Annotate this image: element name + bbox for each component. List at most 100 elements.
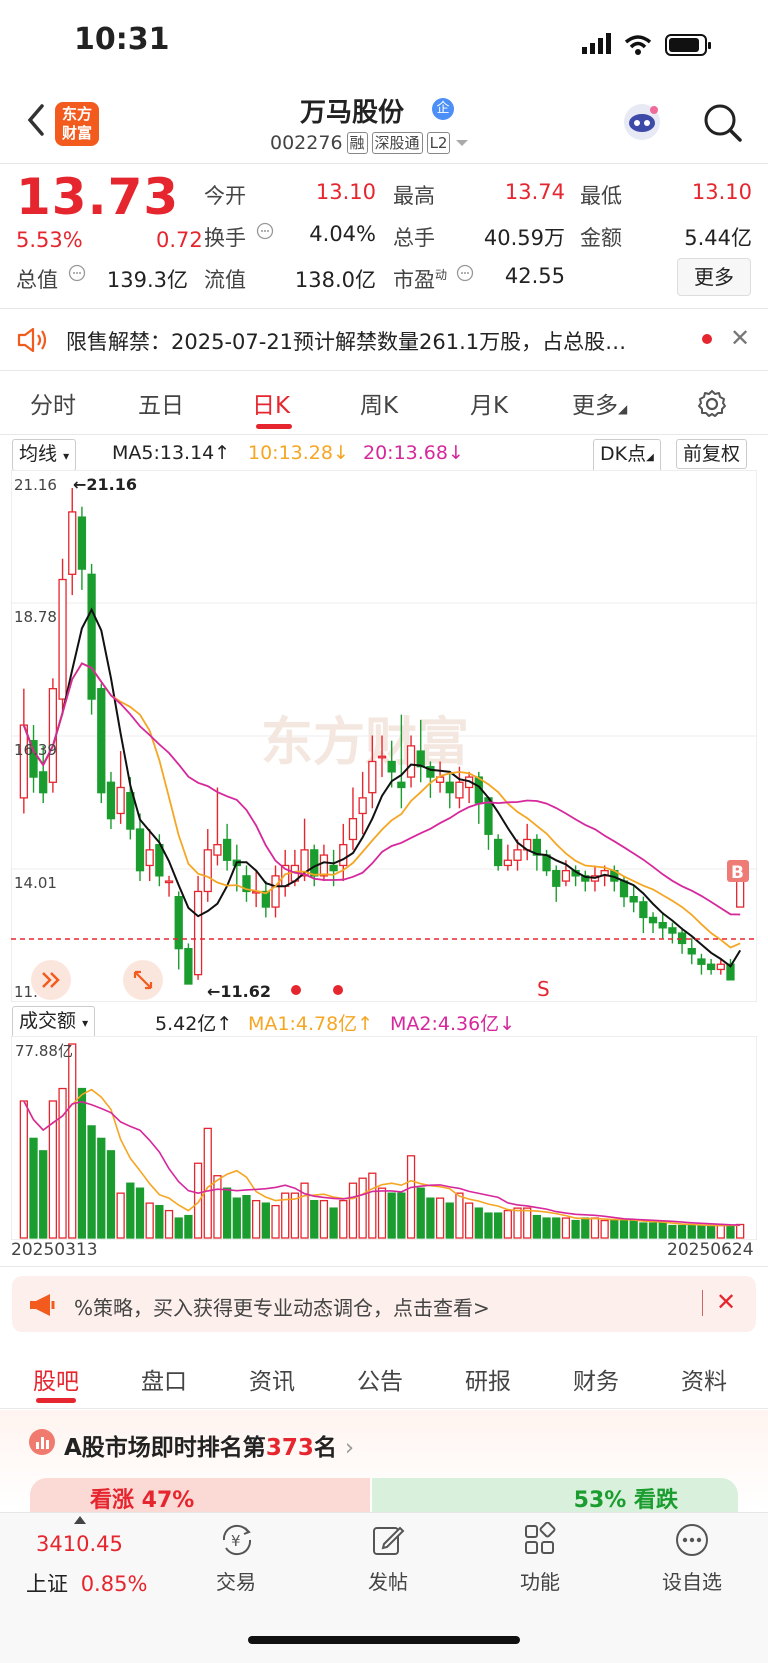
tab-daily-k[interactable]: 日K bbox=[252, 386, 290, 420]
kline-chart[interactable]: 东方财富 21.16 18.78 16.39 14.01 11.62 ←21.1… bbox=[11, 470, 757, 1002]
post-icon[interactable] bbox=[370, 1522, 406, 1558]
ma5-value: MA5:13.14↑ bbox=[112, 442, 231, 464]
candle-down bbox=[494, 838, 503, 867]
signal-icon bbox=[582, 33, 611, 54]
market-rank[interactable]: A股市场即时排名第373名 › bbox=[64, 1428, 354, 1462]
volume-bar bbox=[310, 1199, 319, 1239]
notice-unread-dot bbox=[702, 334, 712, 344]
candle-down bbox=[629, 896, 638, 903]
tab-five-day[interactable]: 五日 bbox=[138, 386, 184, 420]
tab-intraday[interactable]: 分时 bbox=[30, 386, 76, 420]
megaphone-icon bbox=[30, 1294, 55, 1316]
candle-up bbox=[145, 849, 154, 867]
index-quote[interactable]: 上证 0.85% bbox=[26, 1568, 147, 1598]
volume-bar bbox=[252, 1199, 261, 1239]
date-end-label: 20250624 bbox=[667, 1240, 754, 1260]
dk-point-button[interactable]: DK点◢ bbox=[593, 439, 661, 473]
search-icon[interactable] bbox=[700, 100, 744, 144]
volume-bar bbox=[232, 1197, 241, 1239]
expand-left-icon bbox=[31, 960, 71, 1000]
volume-bar bbox=[271, 1204, 280, 1239]
candle-down bbox=[222, 838, 232, 861]
tab-weekly-k[interactable]: 周K bbox=[360, 386, 398, 420]
volume-bar bbox=[687, 1224, 696, 1239]
volume-bar bbox=[203, 1127, 212, 1239]
tab-order-book[interactable]: 盘口 bbox=[141, 1362, 187, 1396]
volume-bar bbox=[474, 1207, 483, 1239]
tag-connect: 深股通 bbox=[371, 132, 423, 154]
settings-gear-icon[interactable] bbox=[696, 388, 728, 420]
volume-bar bbox=[406, 1155, 416, 1239]
volume-ma2: MA2:4.36亿↓ bbox=[390, 1013, 516, 1035]
nav-trade[interactable]: 交易 bbox=[186, 1566, 286, 1595]
candle-down bbox=[174, 896, 183, 950]
tab-monthly-k[interactable]: 月K bbox=[470, 386, 508, 420]
sell-marker: S bbox=[537, 977, 550, 1001]
chevron-down-icon[interactable] bbox=[454, 138, 470, 148]
candle-up bbox=[406, 745, 416, 778]
volume-bar bbox=[677, 1224, 687, 1239]
max-marker: ←21.16 bbox=[73, 475, 137, 494]
functions-icon[interactable] bbox=[522, 1522, 558, 1558]
candle-up bbox=[213, 844, 222, 856]
tab-announcements[interactable]: 公告 bbox=[357, 1362, 403, 1396]
nav-functions[interactable]: 功能 bbox=[490, 1566, 590, 1595]
volume-label: 总手 bbox=[393, 226, 435, 250]
notice-text[interactable]: 限售解禁：2025-07-21预计解禁数量261.1万股，占总股… bbox=[66, 326, 626, 356]
pe-label: 市盈动 bbox=[393, 268, 448, 292]
candle-up bbox=[68, 511, 77, 575]
volume-bar bbox=[19, 1100, 28, 1239]
more-quote-button[interactable]: 更多 bbox=[677, 258, 751, 296]
candle-down bbox=[697, 958, 706, 965]
tab-guba[interactable]: 股吧 bbox=[33, 1362, 79, 1396]
watchlist-more-icon[interactable] bbox=[674, 1522, 710, 1558]
index-pct: 0.85% bbox=[80, 1572, 148, 1596]
volume-bar bbox=[97, 1137, 106, 1239]
indicator-select[interactable]: 均线 ▾ bbox=[12, 439, 77, 471]
promo-close-icon[interactable]: ✕ bbox=[716, 1288, 736, 1316]
volume-chart[interactable]: 77.88亿 20250313 20250624 bbox=[11, 1036, 757, 1240]
change-percent: 5.53% bbox=[16, 228, 83, 252]
nav-post[interactable]: 发帖 bbox=[338, 1566, 438, 1595]
candle-down bbox=[87, 573, 96, 700]
y-axis-label-2: 18.78 bbox=[14, 608, 57, 626]
volume-bar bbox=[368, 1172, 377, 1239]
info-icon[interactable] bbox=[456, 264, 474, 282]
ai-assistant-icon[interactable] bbox=[620, 100, 664, 144]
candle-up bbox=[164, 880, 174, 884]
close-icon[interactable]: ✕ bbox=[730, 324, 750, 352]
pe-value: 42.55 bbox=[504, 264, 565, 288]
bullish-bar[interactable]: 看涨 47% bbox=[30, 1478, 370, 1512]
bearish-bar[interactable]: 53% 看跌 bbox=[372, 1478, 738, 1512]
volume-indicator-select[interactable]: 成交额 ▾ bbox=[12, 1006, 96, 1038]
volume-bar bbox=[116, 1192, 125, 1239]
volume-bar bbox=[590, 1217, 600, 1239]
volume-current: 5.42亿↑ bbox=[155, 1013, 233, 1035]
volume-bar bbox=[697, 1224, 706, 1239]
home-indicator bbox=[248, 1636, 520, 1644]
info-icon[interactable] bbox=[68, 264, 86, 282]
nav-add-watchlist[interactable]: 设自选 bbox=[642, 1566, 742, 1595]
volume-bar bbox=[571, 1219, 580, 1239]
volume-bar bbox=[716, 1224, 725, 1239]
index-value[interactable]: 3410.45 bbox=[36, 1532, 123, 1556]
wifi-icon bbox=[624, 35, 652, 55]
volume-bar bbox=[213, 1175, 222, 1239]
tab-research[interactable]: 研报 bbox=[465, 1362, 511, 1396]
tab-news[interactable]: 资讯 bbox=[249, 1362, 295, 1396]
promo-text[interactable]: %策略，买入获得更专业动态调仓，点击查看> bbox=[74, 1292, 490, 1321]
tab-more[interactable]: 更多◢ bbox=[572, 386, 627, 420]
back-icon[interactable] bbox=[22, 100, 52, 140]
trade-icon[interactable]: ¥ bbox=[218, 1522, 256, 1558]
candle-up bbox=[319, 854, 329, 877]
last-price: 13.73 bbox=[16, 168, 180, 226]
adjust-button[interactable]: 前复权 bbox=[676, 439, 748, 469]
volume-bar bbox=[242, 1195, 251, 1239]
tab-profile[interactable]: 资料 bbox=[681, 1362, 727, 1396]
volume-bar bbox=[29, 1137, 38, 1239]
volume-bar bbox=[106, 1150, 116, 1239]
info-icon[interactable] bbox=[256, 222, 274, 240]
date-start-label: 20250313 bbox=[11, 1240, 98, 1260]
mktcap-value: 139.3亿 bbox=[106, 268, 188, 292]
tab-finance[interactable]: 财务 bbox=[573, 1362, 619, 1396]
